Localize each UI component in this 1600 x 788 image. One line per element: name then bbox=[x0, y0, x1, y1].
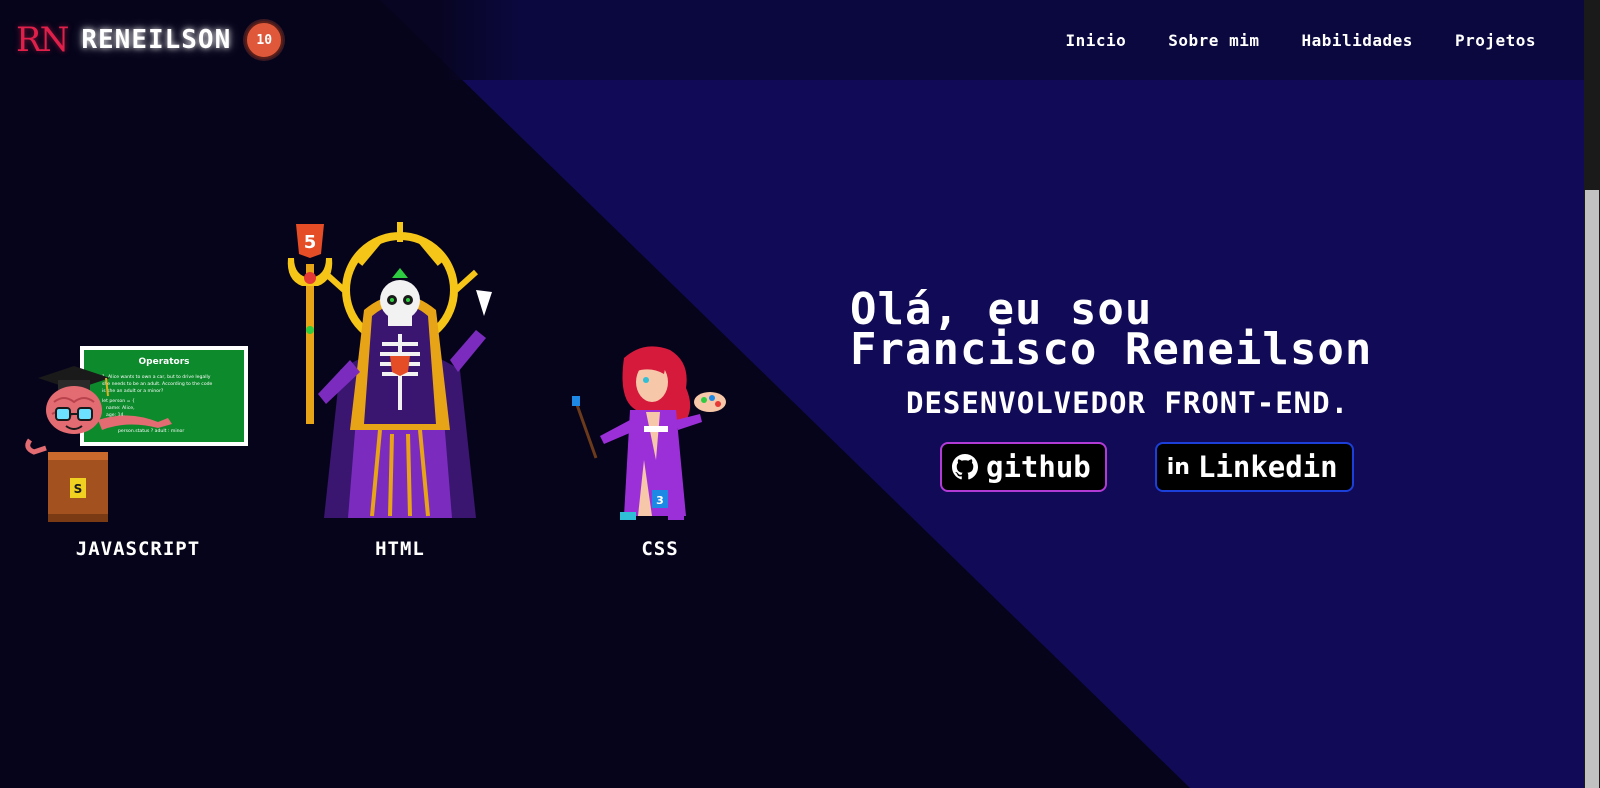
level-badge: 10 bbox=[245, 21, 284, 59]
brand[interactable]: RN RENEILSON 10 bbox=[16, 21, 284, 59]
hero-subtitle: DESENVOLVEDOR FRONT-END. bbox=[906, 386, 1350, 420]
linkedin-label: Linkedin bbox=[1197, 450, 1338, 484]
github-button[interactable]: github bbox=[940, 442, 1107, 492]
page-scrollbar[interactable] bbox=[1584, 0, 1600, 788]
svg-text:S: S bbox=[74, 482, 83, 496]
character-html: 5 HTML bbox=[280, 220, 520, 560]
board-title: Operators bbox=[139, 357, 190, 367]
character-label-css: CSS bbox=[641, 538, 679, 560]
logo[interactable]: RN bbox=[16, 23, 69, 57]
page: RN RENEILSON 10 Inicio Sobre mim Habilid… bbox=[0, 0, 1600, 788]
hero-title: Olá, eu sou Francisco Reneilson bbox=[850, 288, 1550, 372]
board-line: 1- Alice wants to own a car, but to driv… bbox=[102, 374, 211, 380]
site-header: RN RENEILSON 10 Inicio Sobre mim Habilid… bbox=[0, 0, 1584, 80]
github-label: github bbox=[986, 450, 1091, 484]
brand-name[interactable]: RENEILSON bbox=[81, 25, 231, 55]
social-links: github in Linkedin bbox=[940, 442, 1550, 492]
github-icon bbox=[952, 454, 978, 480]
svg-text:3: 3 bbox=[656, 494, 664, 507]
html-character-illustration: 5 bbox=[287, 222, 492, 518]
hero-title-line2: Francisco Reneilson bbox=[850, 324, 1373, 375]
board-line: let person = { bbox=[102, 398, 135, 404]
html5-icon: 5 bbox=[296, 224, 324, 258]
main-nav: Inicio Sobre mim Habilidades Projetos bbox=[1065, 31, 1568, 50]
board-line: name: Alice, bbox=[106, 405, 135, 411]
css-character-illustration: 3 bbox=[572, 346, 726, 520]
board-line: she needs to be an adult. According to t… bbox=[102, 381, 213, 387]
character-label-html: HTML bbox=[375, 538, 425, 560]
linkedin-icon: in bbox=[1166, 454, 1190, 480]
board-line: person.status ? adult : minor bbox=[118, 428, 184, 434]
character-javascript: Operators 1- Alice wants to own a car, b… bbox=[18, 340, 258, 560]
svg-text:5: 5 bbox=[304, 232, 317, 253]
nav-item-inicio[interactable]: Inicio bbox=[1065, 31, 1126, 50]
nav-item-sobre-mim[interactable]: Sobre mim bbox=[1168, 31, 1259, 50]
character-css: 3 CSS bbox=[560, 340, 760, 560]
scrollbar-thumb[interactable] bbox=[1585, 190, 1599, 788]
nav-item-projetos[interactable]: Projetos bbox=[1455, 31, 1536, 50]
board-line: is she an adult or a minor? bbox=[102, 388, 164, 394]
nav-item-habilidades[interactable]: Habilidades bbox=[1301, 31, 1412, 50]
linkedin-button[interactable]: in Linkedin bbox=[1154, 442, 1354, 492]
javascript-character-illustration: Operators 1- Alice wants to own a car, b… bbox=[25, 346, 248, 522]
character-label-javascript: JAVASCRIPT bbox=[75, 538, 201, 560]
hero-section: Olá, eu sou Francisco Reneilson DESENVOL… bbox=[850, 288, 1550, 492]
